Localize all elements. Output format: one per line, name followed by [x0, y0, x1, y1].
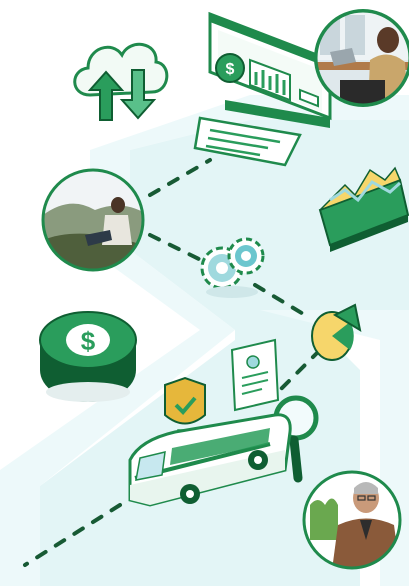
profile-document-icon [230, 338, 280, 412]
svg-text:$: $ [226, 61, 235, 78]
photo-person-hillside [41, 168, 145, 272]
cloud-sync-icon [73, 42, 169, 121]
dollar-coin-icon: $ [39, 311, 137, 402]
illustration-canvas: $ $ [0, 0, 409, 586]
svg-text:$: $ [81, 326, 96, 356]
photo-man-glasses [302, 470, 402, 570]
